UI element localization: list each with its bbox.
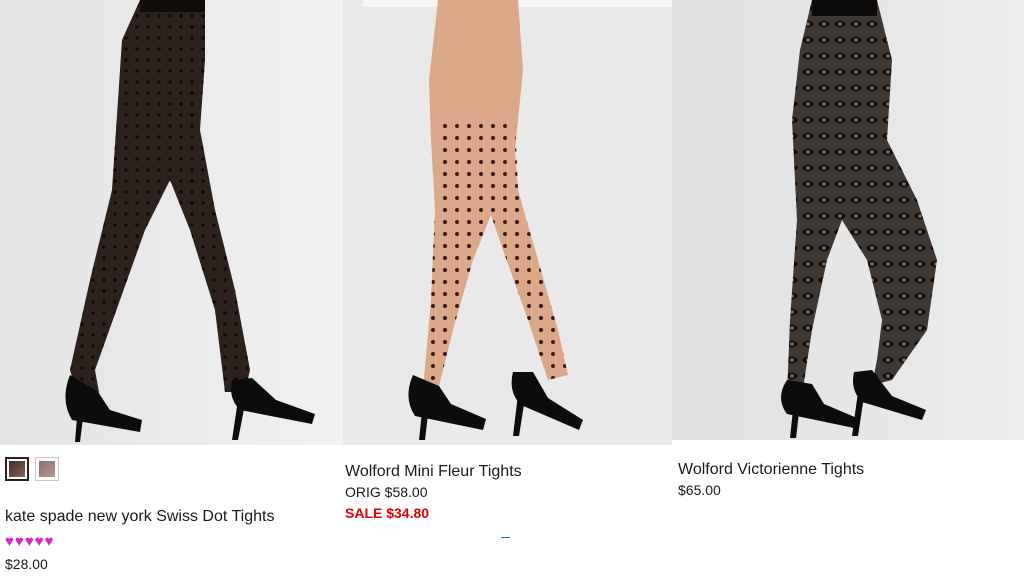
product-price: $28.00 bbox=[5, 556, 48, 572]
product-name[interactable]: kate spade new york Swiss Dot Tights bbox=[5, 508, 274, 526]
product-image-swiss-dot[interactable] bbox=[0, 0, 343, 445]
swatch-color bbox=[9, 461, 25, 477]
product-card-mini-fleur: Wolford Mini Fleur Tights ORIG $58.00 SA… bbox=[343, 0, 672, 521]
product-name[interactable]: Wolford Mini Fleur Tights bbox=[345, 463, 522, 481]
tiny-link-underline[interactable] bbox=[501, 537, 510, 538]
heart-icon: ♥ bbox=[14, 533, 24, 550]
product-image-mini-fleur[interactable] bbox=[343, 0, 672, 445]
product-price: $65.00 bbox=[678, 482, 721, 498]
product-card-swiss-dot: kate spade new york Swiss Dot Tights ♥ ♥… bbox=[0, 0, 343, 572]
heart-icon: ♥ bbox=[44, 533, 54, 550]
heart-icon: ♥ bbox=[24, 533, 34, 550]
product-name[interactable]: Wolford Victorienne Tights bbox=[678, 461, 864, 479]
product-card-victorienne: Wolford Victorienne Tights $65.00 bbox=[672, 0, 1024, 498]
rating-hearts[interactable]: ♥ ♥ ♥ ♥ ♥ bbox=[5, 534, 54, 549]
swatch-color bbox=[39, 461, 55, 477]
heart-icon: ♥ bbox=[34, 533, 44, 550]
sale-price: SALE $34.80 bbox=[345, 505, 430, 521]
color-swatches bbox=[5, 457, 59, 481]
color-swatch-1[interactable] bbox=[5, 457, 29, 481]
original-price: ORIG $58.00 bbox=[345, 484, 428, 500]
product-image-victorienne[interactable] bbox=[672, 0, 1024, 440]
color-swatch-2[interactable] bbox=[35, 457, 59, 481]
heart-icon: ♥ bbox=[5, 533, 14, 550]
